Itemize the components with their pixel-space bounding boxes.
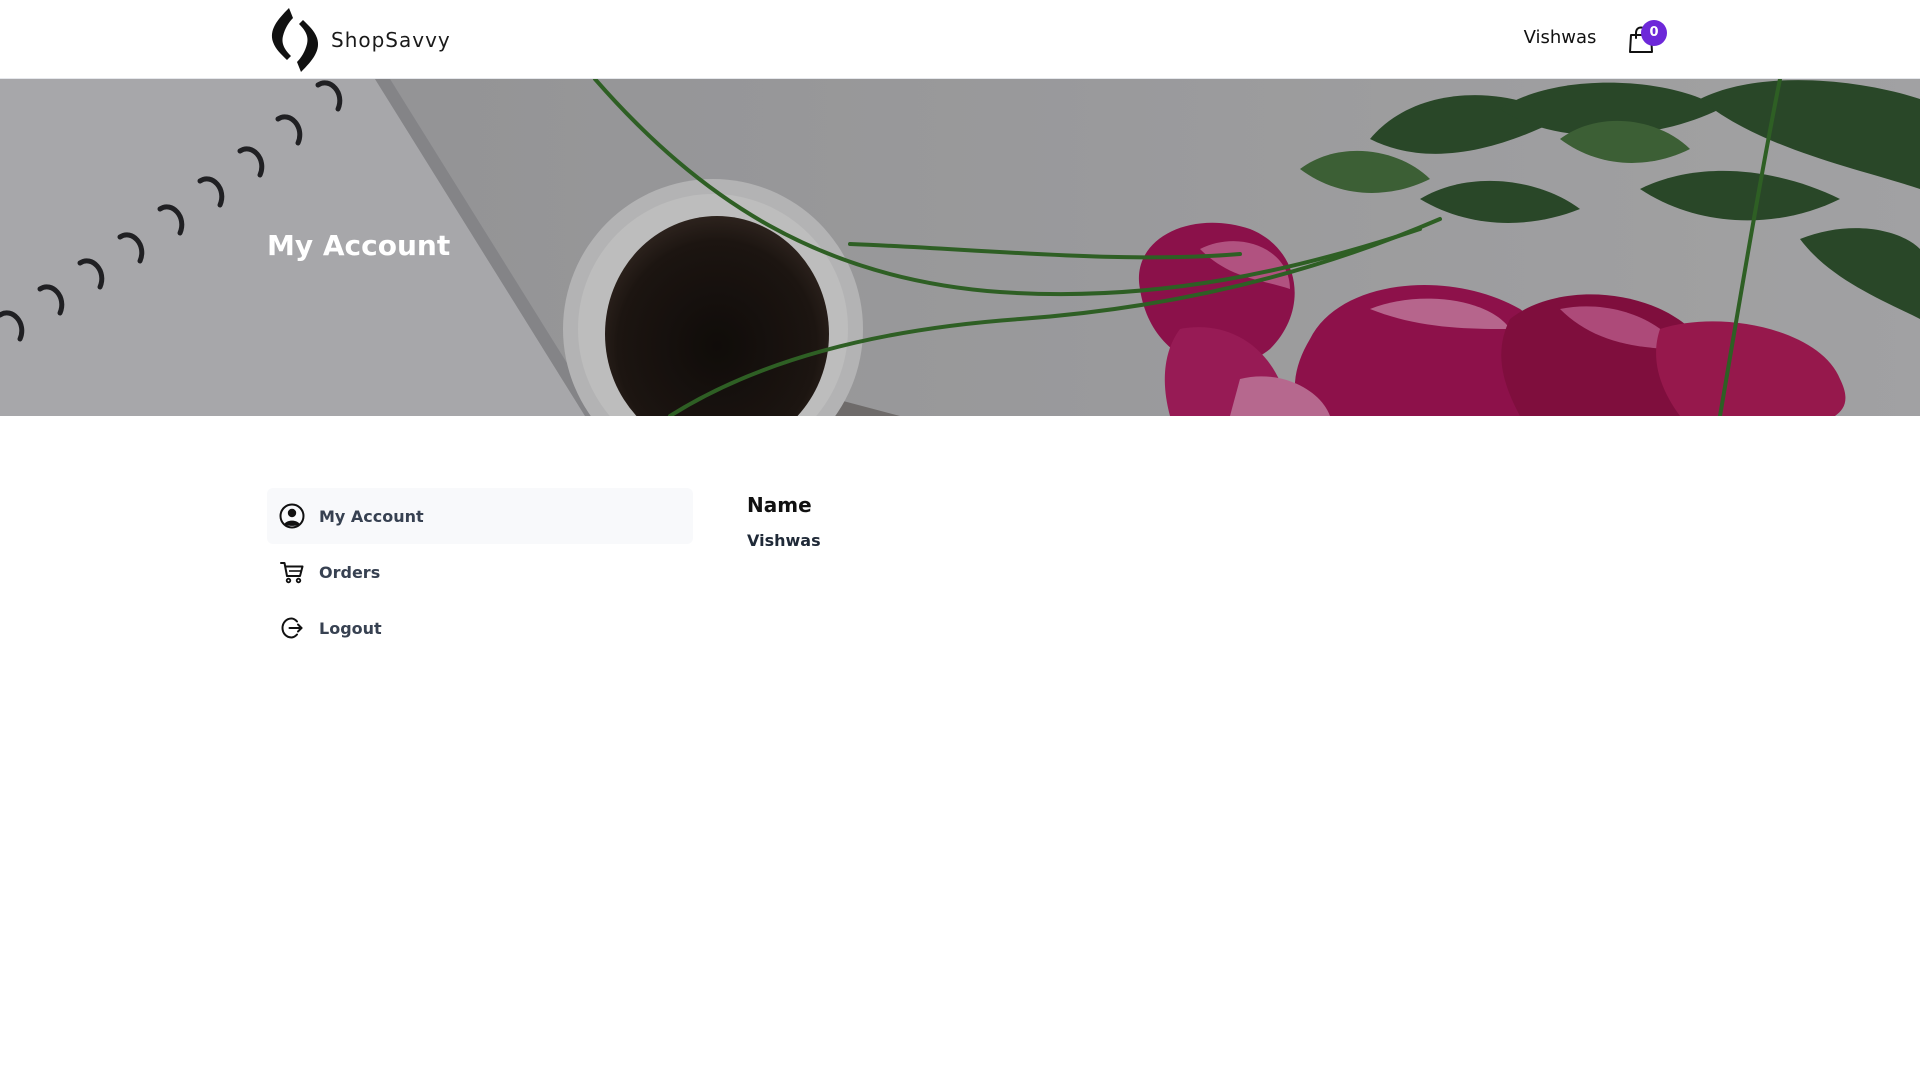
sidebar-item-label: Orders bbox=[319, 562, 381, 582]
page-title: My Account bbox=[267, 229, 451, 262]
top-navbar: ShopSavvy Vishwas 0 bbox=[0, 0, 1920, 79]
account-details: Name Vishwas bbox=[747, 488, 1647, 552]
sidebar-item-orders[interactable]: Orders bbox=[267, 544, 693, 600]
cart-count-badge: 0 bbox=[1641, 20, 1667, 46]
user-name-link[interactable]: Vishwas bbox=[1510, 24, 1610, 52]
cart-icon bbox=[280, 562, 304, 584]
user-circle-icon bbox=[279, 503, 305, 529]
name-label: Name bbox=[747, 493, 812, 517]
sidebar-item-label: Logout bbox=[319, 618, 382, 638]
account-sidebar: My Account Orders Logout bbox=[267, 488, 693, 656]
name-value: Vishwas bbox=[747, 531, 821, 550]
brand-name: ShopSavvy bbox=[331, 28, 451, 52]
cart-button[interactable]: 0 bbox=[1624, 20, 1672, 60]
sidebar-item-label: My Account bbox=[319, 506, 424, 526]
hero-banner: My Account bbox=[0, 79, 1920, 416]
sidebar-item-my-account[interactable]: My Account bbox=[267, 488, 693, 544]
brand-logo-icon bbox=[271, 8, 319, 72]
logout-icon bbox=[281, 617, 303, 639]
sidebar-item-logout[interactable]: Logout bbox=[267, 600, 693, 656]
brand-logo-link[interactable]: ShopSavvy bbox=[267, 6, 451, 74]
